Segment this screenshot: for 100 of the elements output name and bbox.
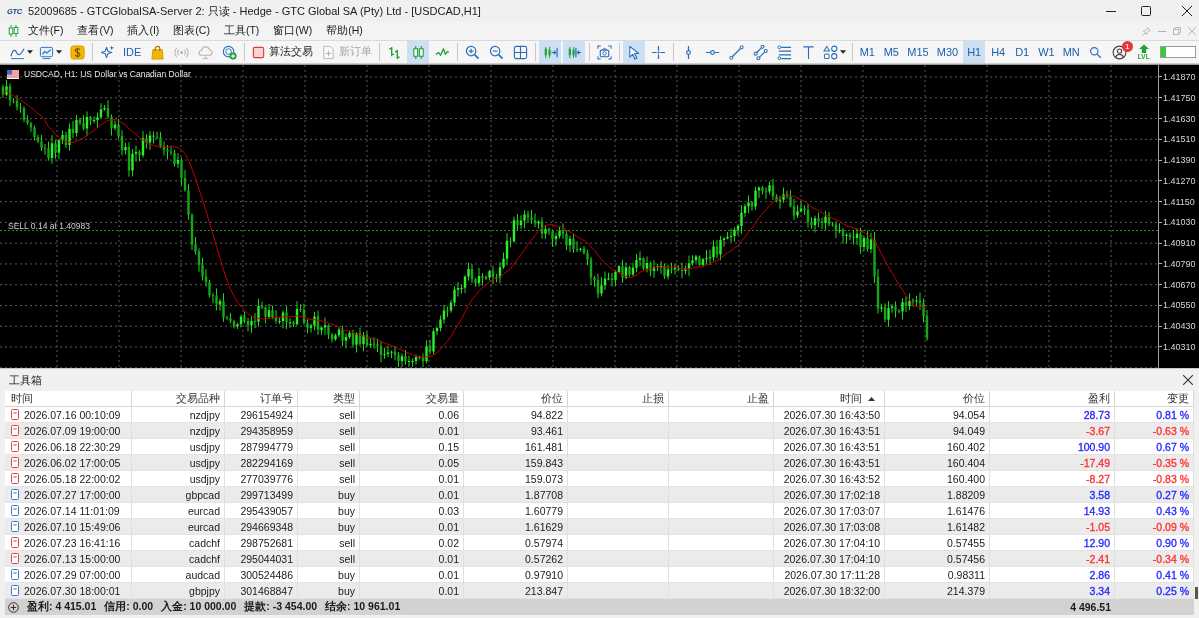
price-label: 1.40310 — [1163, 341, 1196, 352]
algo-trading-button[interactable]: 算法交易 — [248, 41, 317, 63]
column-header[interactable]: 盈利 — [990, 391, 1115, 407]
timeframe-button[interactable]: M5 — [880, 41, 903, 63]
table-cell: 93.461 — [464, 423, 568, 439]
timeframe-button[interactable]: H1 — [963, 41, 986, 63]
menu-item[interactable]: 图表(C) — [167, 22, 216, 40]
summary-value: 提款: -3 454.00 — [244, 600, 318, 614]
bag-icon — [149, 44, 165, 60]
monitor-chart-icon — [39, 44, 54, 60]
arrow-up-icon — [1137, 43, 1150, 54]
menu-item[interactable]: 查看(V) — [71, 22, 120, 40]
total-profit: 4 496.51 — [1070, 601, 1111, 613]
column-header[interactable]: 订单号 — [225, 391, 298, 407]
price-label: 1.41630 — [1163, 113, 1196, 124]
table-cell: 2026.07.09 19:00:00 — [24, 424, 121, 437]
square-icon — [251, 44, 267, 60]
menu-item[interactable]: 帮助(H) — [320, 22, 369, 40]
column-header[interactable]: 变更 — [1115, 391, 1194, 407]
plus-circle-icon[interactable] — [8, 601, 19, 613]
document-icon — [11, 441, 19, 452]
candlestick-button[interactable] — [407, 41, 430, 63]
table-cell: sell — [298, 551, 360, 567]
document-icon — [11, 553, 19, 564]
table-cell: eurcad — [132, 519, 225, 535]
text-tool-icon — [800, 44, 816, 60]
candlestick-icon — [410, 44, 426, 60]
signal-icon — [173, 44, 189, 60]
document-icon — [11, 537, 19, 548]
table-cell: 1.61482 — [885, 519, 990, 535]
auto-scroll-button[interactable] — [539, 41, 562, 63]
user-icon — [1112, 44, 1128, 60]
timeframe-button[interactable]: MN — [1059, 41, 1083, 63]
table-cell: 2026.07.16 00:10:09 — [24, 408, 121, 421]
menu-item[interactable]: 工具(T) — [217, 22, 266, 40]
account-button[interactable]: 1 — [1108, 41, 1131, 63]
diagonal-line-icon — [728, 44, 744, 60]
table-cell: 299713499 — [225, 487, 298, 503]
price-label: 1.40790 — [1163, 258, 1196, 269]
table-cell: 0.57456 — [885, 551, 990, 567]
menu-item[interactable]: 窗口(W) — [267, 22, 319, 40]
table-cell: 0.27 % — [1115, 487, 1194, 503]
scroll-thumb[interactable] — [1195, 587, 1198, 599]
timeframe-button[interactable]: M30 — [933, 41, 962, 63]
table-cell: 3.58 — [990, 487, 1115, 503]
menu-item[interactable]: 插入(I) — [121, 22, 166, 40]
price-label: 1.41510 — [1163, 134, 1196, 145]
close-button[interactable] — [1180, 372, 1196, 388]
table-cell: 2026.07.10 15:49:06 — [24, 520, 121, 533]
table-cell: 94.049 — [885, 423, 990, 439]
zoom-out-icon — [488, 44, 504, 60]
price-label: 1.41030 — [1163, 217, 1196, 228]
column-header[interactable]: 价位 — [464, 391, 568, 407]
column-header[interactable]: 交易量 — [360, 391, 464, 407]
column-header[interactable]: 时间 — [5, 391, 132, 407]
window-title: 52009685 - GTCGlobalSA-Server 2: 只读 - Hedge - GTC Global SA (Pty) Ltd - [USDCAD,H1] — [27, 3, 481, 19]
ide-button[interactable]: IDE — [120, 41, 145, 63]
table-cell: 2026.07.29 07:00:00 — [24, 568, 121, 581]
timeframe-button[interactable]: D1 — [1011, 41, 1034, 63]
timeframe-button[interactable]: M15 — [904, 41, 932, 63]
table-cell: 2026.07.30 18:00:01 — [24, 584, 121, 597]
timeframe-button[interactable]: W1 — [1035, 41, 1058, 63]
chart-shift-button[interactable] — [563, 41, 586, 63]
close-icon — [1183, 375, 1193, 385]
notification-badge: 1 — [1121, 41, 1133, 52]
price-label: 1.40910 — [1163, 238, 1196, 249]
candlestick-icon[interactable] — [8, 25, 19, 37]
column-header[interactable]: 价位 — [885, 391, 990, 407]
table-cell: usdjpy — [132, 455, 225, 471]
candles-arrow-left-icon — [566, 44, 582, 60]
column-header[interactable]: 交易品种 — [132, 391, 225, 407]
table-cell: sell — [298, 423, 360, 439]
price-label: 1.41390 — [1163, 155, 1196, 166]
order-label: SELL 0.14 at 1.40983 — [8, 221, 90, 231]
table-cell: gbpcad — [132, 487, 225, 503]
table-cell: 2026.07.30 17:04:10 — [774, 551, 885, 567]
table-cell: -3.67 — [990, 423, 1115, 439]
price-label: 1.40670 — [1163, 279, 1196, 290]
timeframe-button[interactable]: H4 — [987, 41, 1010, 63]
column-header[interactable]: 时间 — [774, 391, 885, 407]
table-cell: 2026.07.27 17:00:00 — [24, 488, 121, 501]
table-cell: 2026.07.30 17:02:18 — [774, 487, 885, 503]
column-header[interactable]: 止盈 — [669, 391, 774, 407]
menu-item[interactable]: 文件(F) — [22, 22, 70, 40]
column-header[interactable]: 止损 — [568, 391, 669, 407]
document-icon — [11, 409, 19, 420]
parallel-lines-icon — [752, 44, 768, 60]
timeframe-button[interactable]: M1 — [856, 41, 879, 63]
table-cell: 295044031 — [225, 551, 298, 567]
table-cell: 294669348 — [225, 519, 298, 535]
cursor-button[interactable] — [623, 41, 646, 63]
table-cell: 0.01 — [360, 551, 464, 567]
table-cell: -2.41 — [990, 551, 1115, 567]
table-cell: 2026.06.18 22:30:29 — [24, 440, 121, 453]
table-cell: cadchf — [132, 551, 225, 567]
close-icon — [1182, 6, 1192, 16]
table-cell: 159.843 — [464, 455, 568, 471]
price-label: 1.40550 — [1163, 300, 1196, 311]
price-label: 1.41150 — [1163, 196, 1195, 207]
column-header[interactable]: 类型 — [298, 391, 360, 407]
